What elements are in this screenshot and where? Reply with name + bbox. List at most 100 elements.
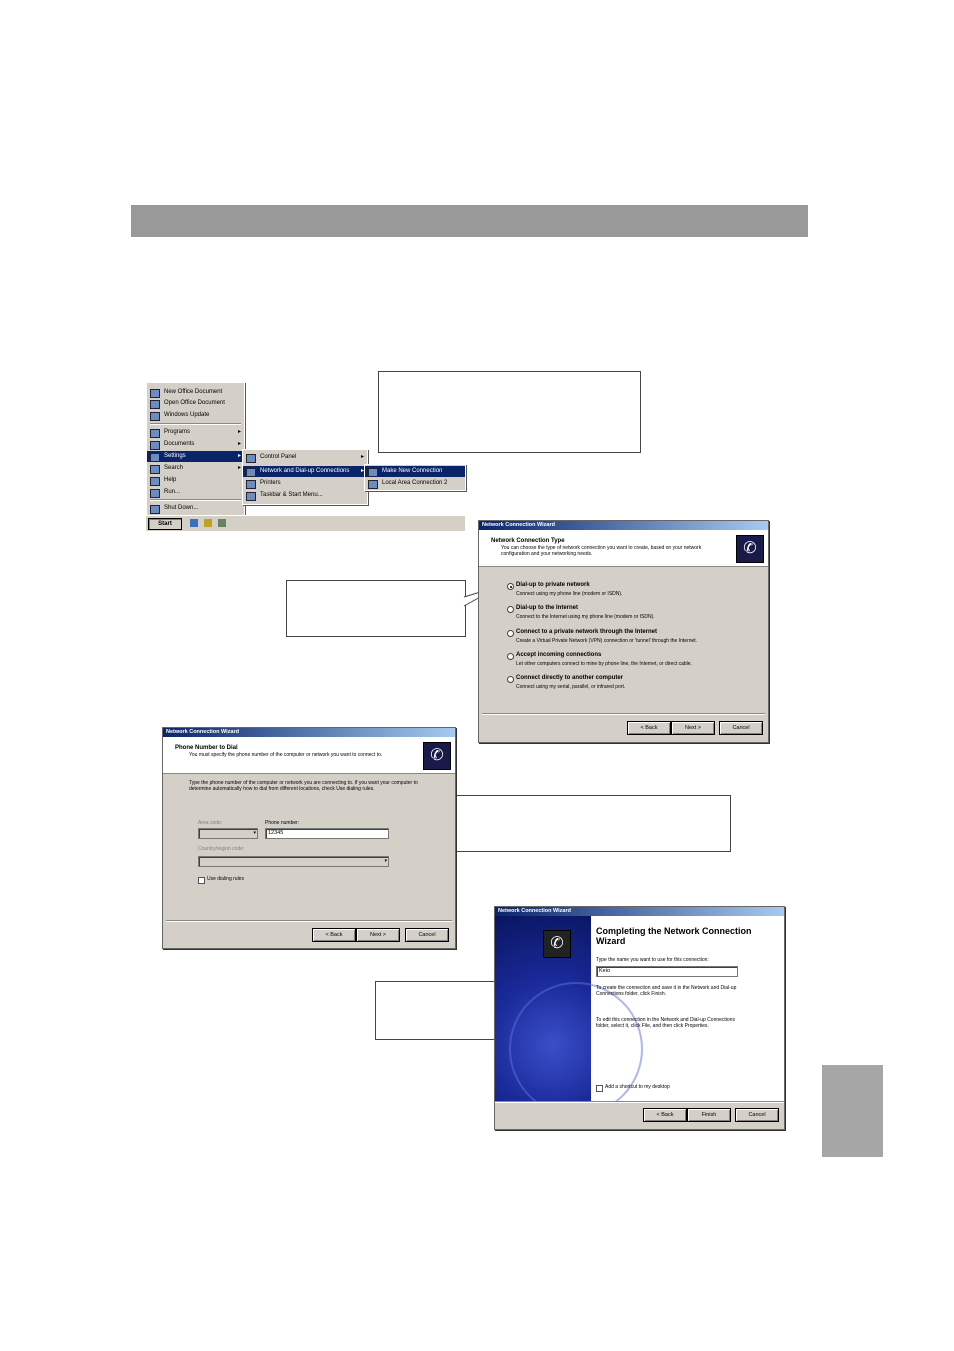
area-code-select[interactable]: ▾	[198, 828, 258, 839]
run-icon	[150, 489, 160, 498]
desktop-icon[interactable]	[218, 519, 226, 527]
next-button[interactable]: Next >	[671, 721, 715, 735]
wizard-side-banner: ✆	[495, 916, 643, 1116]
option-desc: Connect using my phone line (modem or IS…	[516, 591, 623, 597]
menu-item-programs[interactable]: Programs ▸	[147, 427, 244, 438]
button-separator	[482, 713, 765, 715]
dialog-header: Network Connection Type You can choose t…	[479, 530, 768, 567]
menu-separator	[150, 423, 241, 425]
phone-number-label: Phone number:	[265, 820, 300, 826]
use-dialing-rules-label: Use dialing rules	[207, 876, 244, 882]
documents-icon	[150, 441, 160, 450]
control-panel-icon	[246, 454, 256, 463]
option-desc: Connect to the Internet using my phone l…	[516, 614, 655, 620]
chevron-down-icon: ▾	[384, 858, 387, 864]
menu-item-run[interactable]: Run...	[147, 487, 244, 498]
connection-name-input[interactable]: Keio	[596, 966, 738, 977]
menu-item-shut-down[interactable]: Shut Down...	[147, 503, 244, 514]
menu-item-new-office-doc[interactable]: New Office Document	[147, 387, 244, 398]
edit-info: To edit this connection in the Network a…	[596, 1017, 735, 1029]
option-label: Dial-up to the Internet	[516, 605, 578, 611]
chevron-right-icon: ▸	[237, 453, 241, 459]
chevron-right-icon: ▸	[237, 429, 241, 435]
dialog-header: Phone Number to Dial You must specify th…	[163, 737, 455, 774]
menu-item-network-dialup[interactable]: Network and Dial-up Connections ▸	[243, 466, 367, 477]
phone-number-input[interactable]: 12345	[265, 828, 389, 839]
office-icon	[150, 389, 160, 398]
dialog-subheading: You can choose the type of network conne…	[501, 545, 702, 557]
outlook-icon[interactable]	[204, 519, 212, 527]
radio-dialup-internet[interactable]	[507, 606, 514, 613]
wizard-completing: Network Connection Wizard ✆ Completing t…	[494, 906, 785, 1130]
desktop-shortcut-label: Add a shortcut to my desktop	[605, 1084, 670, 1090]
desktop-shortcut-checkbox[interactable]	[596, 1085, 603, 1092]
cancel-button[interactable]: Cancel	[735, 1108, 779, 1122]
taskbar: Start	[146, 515, 465, 531]
network-icon	[246, 468, 256, 477]
back-button[interactable]: < Back	[643, 1108, 687, 1122]
cancel-button[interactable]: Cancel	[719, 721, 763, 735]
back-button[interactable]: < Back	[627, 721, 671, 735]
search-icon	[150, 465, 160, 474]
radio-direct-connect[interactable]	[507, 676, 514, 683]
use-dialing-rules-checkbox[interactable]	[198, 877, 205, 884]
menu-item-open-office-doc[interactable]: Open Office Document	[147, 398, 244, 409]
connection-icon	[368, 468, 378, 477]
option-desc: Create a Virtual Private Network (VPN) c…	[516, 638, 698, 644]
chevron-right-icon: ▸	[237, 465, 241, 471]
help-icon	[150, 477, 160, 486]
option-desc: Let other computers connect to mine by p…	[516, 661, 692, 667]
radio-vpn[interactable]	[507, 630, 514, 637]
wizard-connection-type: Network Connection Wizard Network Connec…	[478, 520, 769, 743]
dialog-title: Network Connection Wizard	[163, 728, 455, 737]
globe-graphic	[509, 982, 643, 1116]
back-button[interactable]: < Back	[312, 928, 356, 942]
country-code-select[interactable]: ▾	[198, 856, 389, 867]
menu-separator	[150, 499, 241, 501]
menu-item-documents[interactable]: Documents ▸	[147, 439, 244, 450]
network-submenu: Make New Connection Local Area Connectio…	[364, 464, 466, 491]
radio-accept-incoming[interactable]	[507, 653, 514, 660]
wizard-phone-number: Network Connection Wizard Phone Number t…	[162, 727, 456, 949]
menu-item-taskbar[interactable]: Taskbar & Start Menu...	[243, 490, 367, 501]
lan-icon	[368, 480, 378, 489]
menu-item-make-new-connection[interactable]: Make New Connection	[365, 466, 465, 477]
folder-icon	[150, 400, 160, 409]
wizard-phone-icon: ✆	[543, 930, 571, 958]
start-menu-screenshot: New Office Document Open Office Document…	[146, 382, 466, 531]
printer-icon	[246, 480, 256, 489]
name-prompt: Type the name you want to use for this c…	[596, 957, 709, 963]
menu-item-control-panel[interactable]: Control Panel ▸	[243, 452, 367, 463]
menu-item-local-area-connection[interactable]: Local Area Connection 2	[365, 478, 465, 489]
chevron-right-icon: ▸	[237, 441, 241, 447]
dialog-title: Network Connection Wizard	[479, 521, 768, 530]
wizard-phone-icon: ✆	[736, 535, 764, 563]
finish-info: To create the connection and save it in …	[596, 985, 737, 997]
area-code-label: Area code:	[198, 820, 223, 826]
menu-item-search[interactable]: Search ▸	[147, 463, 244, 474]
menu-item-help[interactable]: Help	[147, 475, 244, 486]
menu-item-settings[interactable]: Settings ▸	[147, 451, 244, 462]
finish-button[interactable]: Finish	[687, 1108, 731, 1122]
option-label: Connect to a private network through the…	[516, 629, 658, 635]
start-menu: New Office Document Open Office Document…	[146, 382, 245, 517]
ie-icon[interactable]	[190, 519, 198, 527]
menu-item-printers[interactable]: Printers	[243, 478, 367, 489]
start-button[interactable]: Start	[148, 518, 182, 530]
menu-item-windows-update[interactable]: Windows Update	[147, 410, 244, 421]
button-separator	[495, 1101, 784, 1103]
shutdown-icon	[150, 505, 160, 514]
chevron-down-icon: ▾	[253, 830, 256, 836]
wizard-phone-icon: ✆	[423, 742, 451, 770]
radio-dialup-private[interactable]	[507, 583, 514, 590]
settings-submenu: Control Panel ▸ Network and Dial-up Conne…	[242, 449, 368, 505]
programs-icon	[150, 429, 160, 438]
next-button[interactable]: Next >	[356, 928, 400, 942]
chevron-right-icon: ▸	[360, 454, 364, 460]
taskbar-icon	[246, 492, 256, 501]
option-desc: Connect using my serial, parallel, or in…	[516, 684, 626, 690]
country-code-label: Country/region code:	[198, 846, 245, 852]
dialog-subheading: You must specify the phone number of the…	[189, 752, 383, 758]
callout-pointers	[387, 585, 501, 830]
cancel-button[interactable]: Cancel	[405, 928, 449, 942]
